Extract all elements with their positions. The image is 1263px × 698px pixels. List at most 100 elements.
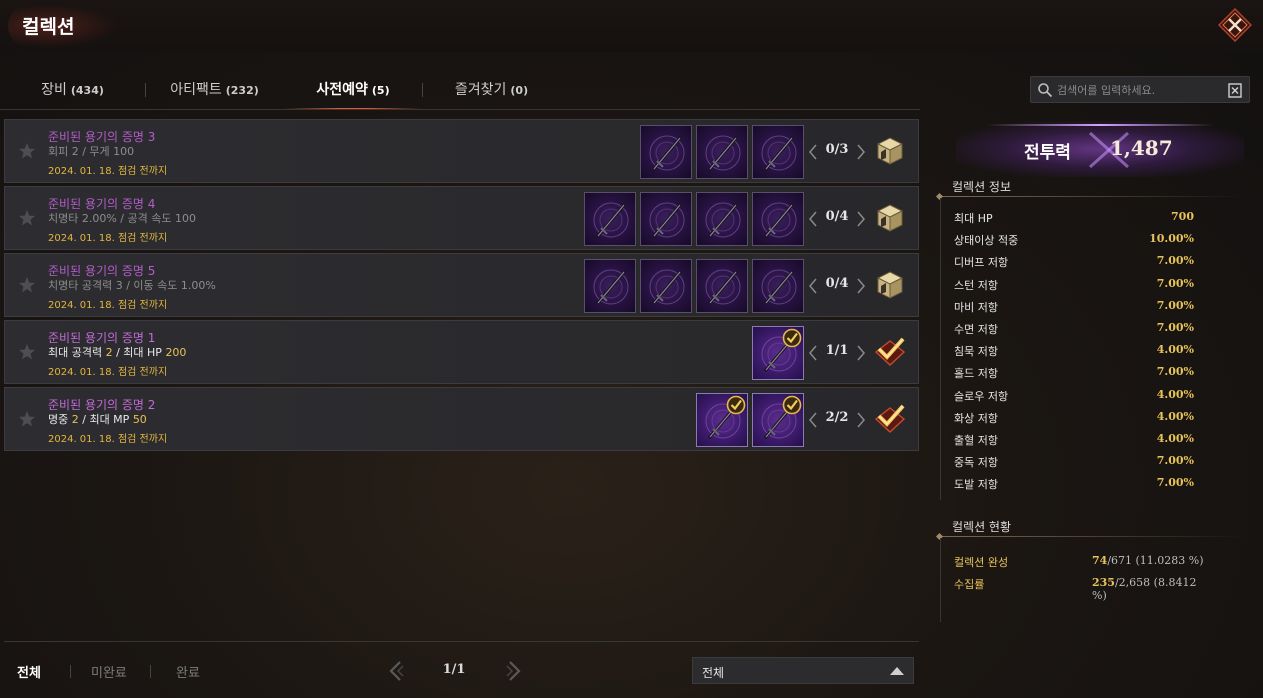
item-slot[interactable] <box>752 393 804 447</box>
status-value: 74/671 (11.0283 %) <box>1092 554 1204 567</box>
tab-favorites[interactable]: 즐겨찾기 (0) <box>423 70 560 110</box>
item-slot[interactable] <box>696 125 748 179</box>
collection-row[interactable]: 준비된 용기의 증명 1 최대 공격력 2 / 최대 HP 200 2024. 01… <box>4 320 919 384</box>
stat-value: 200 <box>165 346 187 359</box>
collection-info-title: 컬렉션 정보 <box>952 180 1012 194</box>
tab-artifact[interactable]: 아티팩트 (232) <box>146 70 283 110</box>
stat-row: 출혈 저항 4.00% <box>954 430 1194 450</box>
window-title: 컬렉션 <box>22 16 75 38</box>
stat-text: / 최대 HP <box>112 346 166 359</box>
stat-row: 디버프 저항 7.00% <box>954 252 1194 272</box>
item-slot[interactable] <box>584 192 636 246</box>
row-prev-arrow-icon[interactable] <box>809 345 817 361</box>
dropdown-selected: 전체 <box>702 666 725 680</box>
collection-progress: 0/3 <box>825 142 849 157</box>
combat-power-label: 전투력 <box>1024 143 1071 163</box>
row-prev-arrow-icon[interactable] <box>809 278 817 294</box>
status-row: 수집률 235/2,658 (8.8412 %) <box>954 574 1214 602</box>
collection-deadline: 2024. 01. 18. 점검 전까지 <box>48 367 168 378</box>
weapon-icon <box>593 202 629 239</box>
favorite-star-icon[interactable] <box>18 410 36 428</box>
row-next-arrow-icon[interactable] <box>857 412 865 428</box>
status-count: 74 <box>1092 554 1108 567</box>
stat-value: 4.00% <box>1156 343 1194 357</box>
combat-power-banner: 전투력 1,487 <box>956 121 1244 177</box>
search-input[interactable] <box>1057 80 1217 100</box>
search-icon <box>1038 83 1053 98</box>
item-slot[interactable] <box>752 259 804 313</box>
progress-pager: 2/2 <box>809 408 865 432</box>
stat-value: 7.00% <box>1156 365 1194 379</box>
collection-row[interactable]: 준비된 용기의 증명 2 명중 2 / 최대 MP 50 2024. 01. 18.… <box>4 387 919 451</box>
stat-name: 침묵 저항 <box>954 345 998 359</box>
progress-pager: 0/3 <box>809 140 865 164</box>
item-slot[interactable] <box>640 259 692 313</box>
item-slot[interactable] <box>584 259 636 313</box>
favorite-star-icon[interactable] <box>18 142 36 160</box>
progress-pager: 0/4 <box>809 274 865 298</box>
section-border <box>940 538 941 622</box>
collection-progress: 2/2 <box>825 410 849 425</box>
status-name: 컬렉션 완성 <box>954 556 1009 569</box>
stat-value: 2 <box>105 346 113 359</box>
collection-stat: 치명타 공격력 3 / 이동 속도 1.00% <box>48 277 216 293</box>
item-slot[interactable] <box>640 125 692 179</box>
tab-count: (5) <box>371 84 390 97</box>
filter-divider <box>150 665 151 678</box>
progress-pager: 0/4 <box>809 207 865 231</box>
clear-search-icon[interactable] <box>1228 82 1242 98</box>
item-slot[interactable] <box>640 192 692 246</box>
title-bar: 컬렉션 <box>0 0 1263 52</box>
row-next-arrow-icon[interactable] <box>857 278 865 294</box>
tab-equipment[interactable]: 장비 (434) <box>0 70 145 110</box>
tab-pre-registration[interactable]: 사전예약 (5) <box>284 70 422 110</box>
favorite-star-icon[interactable] <box>18 276 36 294</box>
section-border <box>940 198 941 500</box>
stat-text: 최대 공격력 <box>48 346 106 359</box>
filter-incomplete[interactable]: 미완료 <box>91 662 127 681</box>
row-prev-arrow-icon[interactable] <box>809 144 817 160</box>
sort-dropdown[interactable]: 전체 <box>692 657 914 684</box>
item-slot[interactable] <box>696 192 748 246</box>
section-divider <box>940 536 1246 537</box>
row-next-arrow-icon[interactable] <box>857 211 865 227</box>
row-prev-arrow-icon[interactable] <box>809 412 817 428</box>
stat-row: 홀드 저항 7.00% <box>954 363 1194 383</box>
row-prev-arrow-icon[interactable] <box>809 211 817 227</box>
status-total: /671 (11.0283 %) <box>1107 554 1204 567</box>
filter-complete[interactable]: 완료 <box>176 662 200 681</box>
collection-row[interactable]: 준비된 용기의 증명 3 회피 2 / 무게 100 2024. 01. 18. 점… <box>4 119 919 183</box>
stat-value: 700 <box>1171 210 1194 223</box>
next-page-arrow-icon[interactable] <box>506 660 522 682</box>
prev-page-arrow-icon[interactable] <box>388 660 404 682</box>
stat-text: 치명타 공격력 3 / 이동 속도 1.00% <box>48 279 216 292</box>
reward-box-icon[interactable] <box>873 268 907 302</box>
filter-all[interactable]: 전체 <box>17 662 41 681</box>
favorite-star-icon[interactable] <box>18 209 36 227</box>
item-slot[interactable] <box>752 192 804 246</box>
collection-row[interactable]: 준비된 용기의 증명 5 치명타 공격력 3 / 이동 속도 1.00% 2024.… <box>4 253 919 317</box>
tab-label: 장비 <box>41 82 67 98</box>
complete-check-icon <box>874 404 906 433</box>
section-divider <box>940 196 1246 197</box>
stat-name: 홀드 저항 <box>954 367 998 381</box>
stat-text: 명중 <box>48 413 72 426</box>
stat-row: 상태이상 적중 10.00% <box>954 230 1194 250</box>
reward-box-icon[interactable] <box>873 201 907 235</box>
weapon-icon <box>649 269 685 306</box>
tab-count: (0) <box>510 84 529 97</box>
owned-check-icon <box>782 328 802 348</box>
reward-box-icon[interactable] <box>873 134 907 168</box>
stat-name: 마비 저항 <box>954 300 998 314</box>
stat-name: 중독 저항 <box>954 456 998 470</box>
stat-value: 50 <box>132 413 147 426</box>
item-slot[interactable] <box>696 393 748 447</box>
row-next-arrow-icon[interactable] <box>857 144 865 160</box>
favorite-star-icon[interactable] <box>18 343 36 361</box>
collection-row[interactable]: 준비된 용기의 증명 4 치명타 2.00% / 공격 속도 100 2024. 0… <box>4 186 919 250</box>
item-slot[interactable] <box>696 259 748 313</box>
close-button[interactable] <box>1217 7 1253 43</box>
item-slot[interactable] <box>752 326 804 380</box>
item-slot[interactable] <box>752 125 804 179</box>
row-next-arrow-icon[interactable] <box>857 345 865 361</box>
